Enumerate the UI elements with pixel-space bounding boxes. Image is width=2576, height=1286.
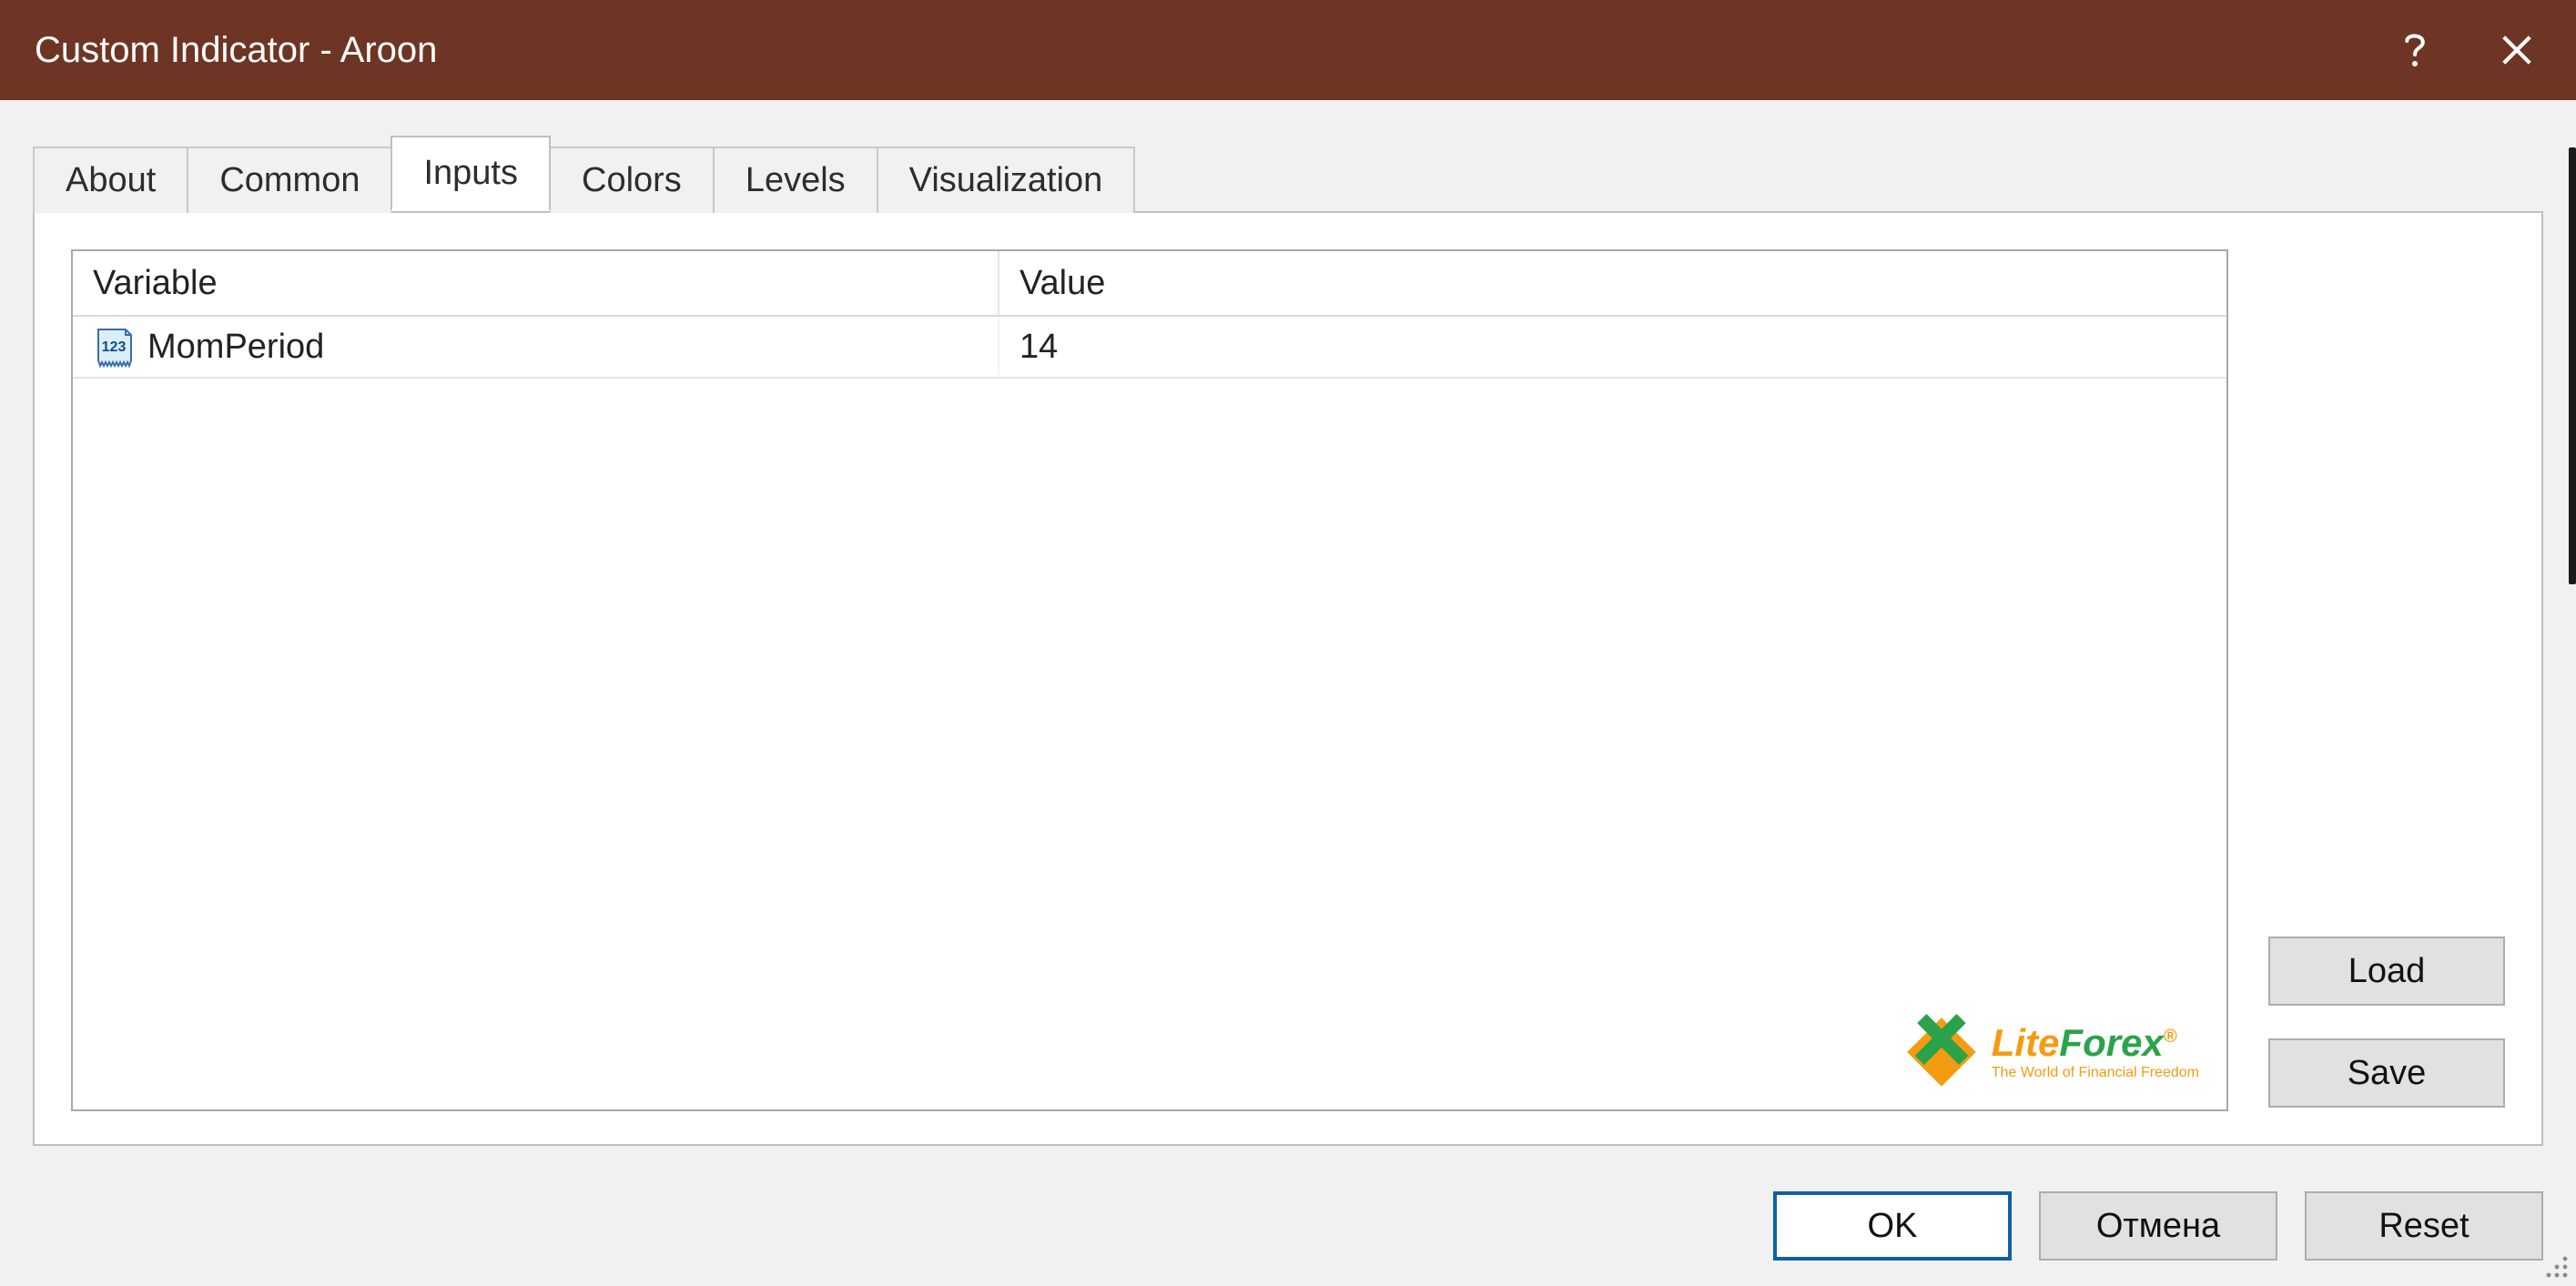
tab-common[interactable]: Common <box>187 147 392 213</box>
table-row[interactable]: 123 MomPeriod 14 <box>73 317 2226 379</box>
tab-about[interactable]: About <box>33 147 188 213</box>
cell-value[interactable]: 14 <box>999 320 2226 374</box>
dialog-body: About Common Inputs Colors Levels Visual… <box>0 100 2576 1171</box>
close-icon[interactable] <box>2458 0 2576 100</box>
tab-visualization[interactable]: Visualization <box>877 147 1136 213</box>
scrollbar-sliver <box>2569 147 2576 584</box>
column-header-variable[interactable]: Variable <box>73 251 999 315</box>
ok-button[interactable]: OK <box>1773 1191 2012 1261</box>
integer-icon: 123 <box>93 326 135 368</box>
help-icon[interactable] <box>2371 0 2458 100</box>
inputs-table: Variable Value 123 MomPeriod <box>71 249 2228 1111</box>
cell-variable: 123 MomPeriod <box>73 319 999 375</box>
svg-text:123: 123 <box>102 339 127 355</box>
window-title: Custom Indicator - Aroon <box>35 30 2371 71</box>
dialog-footer: OK Отмена Reset <box>0 1171 2576 1286</box>
reset-button[interactable]: Reset <box>2305 1191 2543 1261</box>
tab-strip: About Common Inputs Colors Levels Visual… <box>33 142 2543 211</box>
table-body: 123 MomPeriod 14 <box>73 317 2226 1109</box>
column-header-value[interactable]: Value <box>999 251 2226 315</box>
save-button[interactable]: Save <box>2268 1038 2505 1108</box>
table-header: Variable Value <box>73 251 2226 317</box>
load-button[interactable]: Load <box>2268 937 2505 1006</box>
side-button-column: Load Save <box>2268 249 2505 1111</box>
cancel-button[interactable]: Отмена <box>2039 1191 2277 1261</box>
tab-colors[interactable]: Colors <box>549 147 715 213</box>
title-bar: Custom Indicator - Aroon <box>0 0 2576 100</box>
resize-grip-icon[interactable] <box>2538 1248 2571 1281</box>
dialog-window: Custom Indicator - Aroon About Common In… <box>0 0 2576 1286</box>
tab-panel-inputs: Variable Value 123 MomPeriod <box>33 211 2543 1146</box>
tab-levels[interactable]: Levels <box>713 147 878 213</box>
tab-inputs[interactable]: Inputs <box>390 136 551 211</box>
variable-name-label: MomPeriod <box>147 328 324 367</box>
